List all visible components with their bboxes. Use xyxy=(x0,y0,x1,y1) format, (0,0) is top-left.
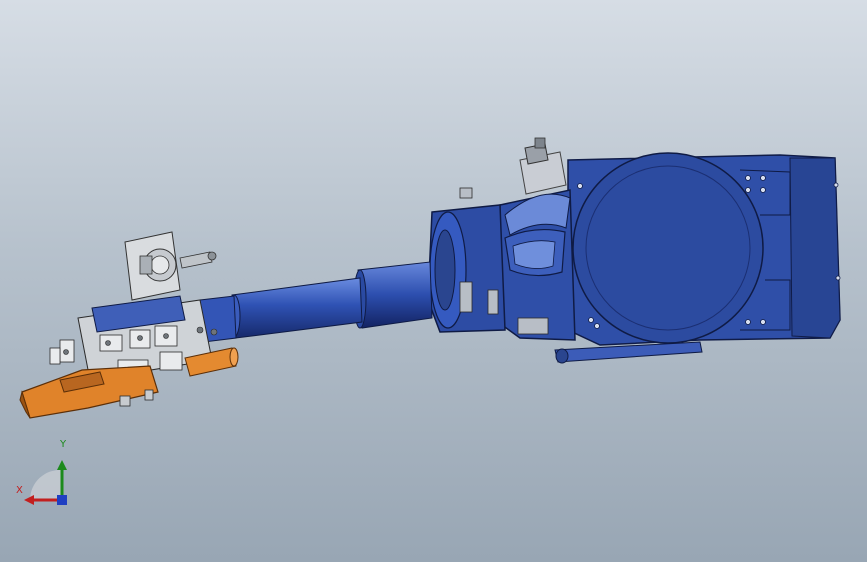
y-axis-label: Y xyxy=(60,439,67,450)
coordinate-triad: Y X xyxy=(14,440,84,510)
x-axis-label: X xyxy=(16,485,23,496)
robot-forearm[interactable] xyxy=(199,261,433,343)
cad-viewport[interactable] xyxy=(0,0,867,562)
robot-elbow-joint[interactable] xyxy=(427,137,576,341)
robot-base[interactable] xyxy=(554,152,841,364)
gripper-assembly[interactable] xyxy=(19,231,239,419)
